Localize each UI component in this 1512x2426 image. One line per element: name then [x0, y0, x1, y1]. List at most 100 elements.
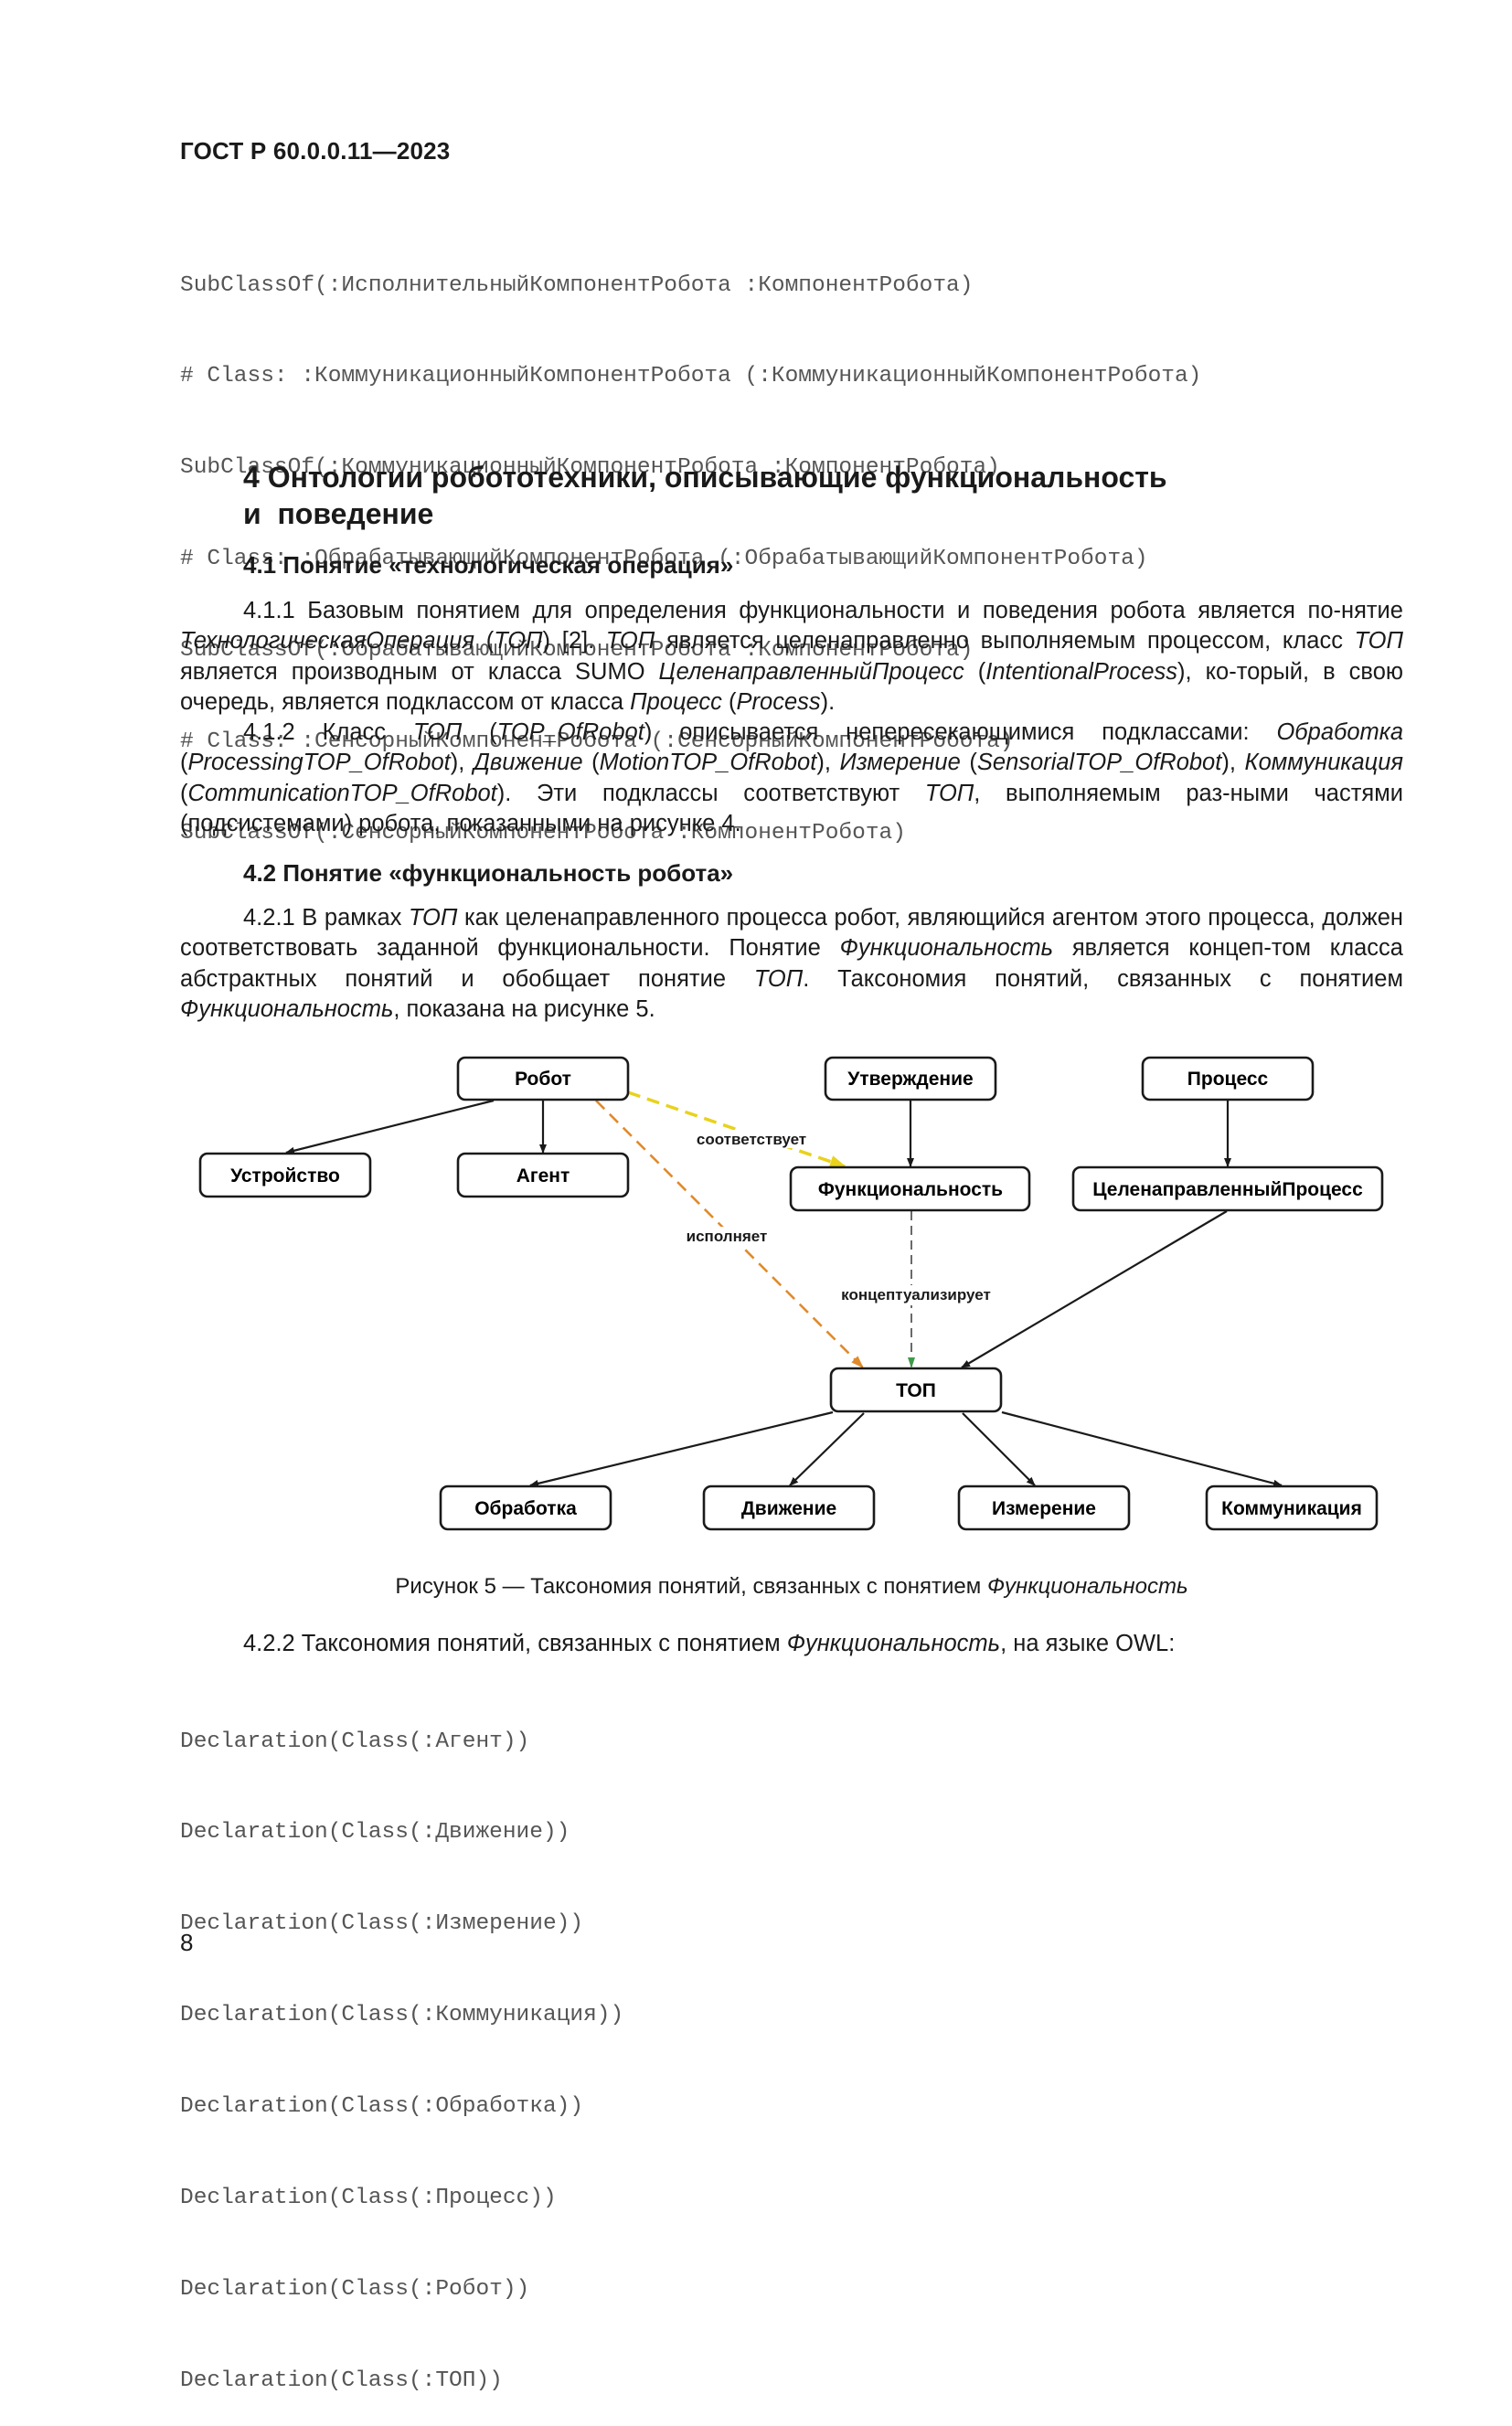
- italic-term: ТОП: [605, 628, 655, 654]
- italic-term: ТОП: [409, 905, 458, 931]
- section-4-heading-line1: 4 Онтологии робототехники, описывающие ф…: [243, 461, 1167, 494]
- text-run: (: [474, 628, 495, 654]
- node-label: Процесс: [1187, 1069, 1269, 1090]
- italic-term: ProcessingTOP_OfRobot: [187, 750, 451, 776]
- italic-term: Процесс: [630, 688, 722, 715]
- text-run: ). Эти подклассы соответствуют: [496, 780, 925, 806]
- owl-code-block-declarations: Declaration(Class(:Агент)) Declaration(C…: [180, 1665, 623, 2426]
- node-statement: Утверждение: [824, 1056, 997, 1101]
- text-run: ),: [450, 750, 474, 776]
- italic-term: ТОП: [924, 780, 974, 806]
- paragraph-4-2-2: 4.2.2 Таксономия понятий, связанных с по…: [180, 1629, 1403, 1659]
- node-label: Агент: [516, 1165, 570, 1186]
- code-line: Declaration(Class(:Измерение)): [180, 1911, 584, 1937]
- node-label: Функциональность: [818, 1179, 1003, 1200]
- italic-term: ТОП: [494, 628, 543, 654]
- section-4-heading: 4 Онтологии робототехники, описывающие ф…: [243, 459, 1340, 532]
- italic-term: SensorialTOP_OfRobot: [976, 750, 1222, 776]
- italic-term: Измерение: [839, 750, 961, 776]
- italic-term: Обработка: [1276, 719, 1404, 745]
- italic-term: TOP_OfRobot: [496, 719, 644, 745]
- text-run: . Таксономия понятий, связанных с поняти…: [803, 965, 1403, 992]
- caption-italic: Функциональность: [986, 1574, 1188, 1599]
- edge-robot-device: [285, 1099, 495, 1154]
- italic-term: ТОП: [412, 719, 463, 745]
- section-4-heading-line2: и поведение: [243, 497, 434, 530]
- code-line: Declaration(Class(:Обработка)): [180, 2094, 584, 2120]
- text-run: (: [960, 750, 977, 776]
- node-processing: Обработка: [439, 1484, 612, 1531]
- text-run: ) описывается непересекающимися подкласс…: [644, 719, 1277, 745]
- code-line: Declaration(Class(:Агент)): [180, 1729, 530, 1754]
- figure-5-caption: Рисунок 5 — Таксономия понятий, связанны…: [180, 1574, 1403, 1600]
- node-functionality: Функциональность: [789, 1165, 1031, 1212]
- paragraph-4-2-1: 4.2.1 В рамках ТОП как целенаправленного…: [180, 903, 1403, 1025]
- node-measurement: Измерение: [957, 1484, 1131, 1531]
- italic-term: ТОП: [753, 965, 804, 992]
- text-run: ) [2].: [542, 628, 606, 654]
- edge-label-conceptualizes: концептуализирует: [841, 1286, 991, 1303]
- node-label: Коммуникация: [1221, 1498, 1362, 1519]
- edge-top-measurement: [962, 1412, 1036, 1486]
- text-run: ),: [1221, 750, 1245, 776]
- edge-label-corresponds: соответствует: [697, 1131, 806, 1148]
- italic-term: Функциональность: [180, 995, 394, 1022]
- standard-header: ГОСТ Р 60.0.0.11—2023: [180, 137, 451, 165]
- italic-term: Функциональность: [786, 1631, 1001, 1656]
- code-line: Declaration(Class(:Движение)): [180, 1820, 570, 1846]
- node-communication: Коммуникация: [1205, 1484, 1379, 1531]
- italic-term: Process: [736, 688, 821, 715]
- text-run: (: [721, 688, 737, 715]
- text-run: (: [964, 658, 986, 685]
- text-run: , показана на рисунке 5.: [393, 995, 655, 1022]
- node-label: Обработка: [474, 1498, 577, 1519]
- caption-text: Рисунок 5 — Таксономия понятий, связанны…: [395, 1574, 987, 1599]
- edge-robot-top-executes: [595, 1100, 864, 1368]
- paragraph-4-1-2: 4.1.2 Класс ТОП (TOP_OfRobot) описываетс…: [180, 718, 1403, 839]
- code-line: Declaration(Class(:Процесс)): [180, 2186, 557, 2211]
- text-run: является производным от класса SUMO: [180, 658, 659, 685]
- text-run: (: [180, 780, 188, 806]
- text-run: 4.1.2 Класс: [243, 719, 413, 745]
- code-line: # Class: :КоммуникационныйКомпонентРобот…: [180, 364, 1202, 389]
- text-run: ),: [816, 750, 840, 776]
- section-4-2-heading: 4.2 Понятие «функциональность робота»: [243, 859, 734, 887]
- edge-top-communication: [1001, 1410, 1283, 1487]
- italic-term: Коммуникация: [1244, 750, 1404, 776]
- edge-top-motion: [789, 1412, 865, 1486]
- node-motion: Движение: [702, 1484, 876, 1531]
- node-label: Измерение: [992, 1498, 1096, 1519]
- text-run: (: [180, 750, 188, 776]
- italic-term: MotionTOP_OfRobot: [599, 750, 817, 776]
- node-label: ЦеленаправленныйПроцесс: [1092, 1179, 1363, 1200]
- paragraph-text: 4.1.1 Базовым понятием для определения ф…: [180, 596, 1403, 718]
- node-process: Процесс: [1141, 1056, 1315, 1101]
- text-run: (: [462, 719, 497, 745]
- edge-robot-functionality-corresponds: [627, 1091, 847, 1168]
- edge-intentional-top: [961, 1210, 1228, 1368]
- edge-label-executes: исполняет: [687, 1228, 768, 1245]
- node-label: ТОП: [896, 1380, 936, 1401]
- text-run: 4.2.1 В рамках: [243, 905, 410, 931]
- italic-term: Движение: [473, 750, 583, 776]
- italic-term: Функциональность: [839, 935, 1054, 962]
- code-line: SubClassOf(:ИсполнительныйКомпонентРобот…: [180, 272, 974, 298]
- text-run: (: [582, 750, 600, 776]
- node-label: Устройство: [230, 1165, 340, 1186]
- code-line: Declaration(Class(:Робот)): [180, 2276, 530, 2302]
- text-run: является целенаправленно выполняемым про…: [655, 628, 1355, 654]
- paragraph-text: 4.2.1 В рамках ТОП как целенаправленного…: [180, 903, 1403, 1025]
- node-device: Устройство: [198, 1152, 372, 1198]
- italic-term: ТехнологическаяОперация: [180, 628, 474, 654]
- text-run: , на языке OWL:: [1000, 1631, 1176, 1656]
- italic-term: CommunicationTOP_OfRobot: [187, 780, 497, 806]
- node-label: Движение: [741, 1498, 836, 1519]
- text-run: ).: [820, 688, 836, 715]
- section-4-1-heading: 4.1 Понятие «технологическая операция»: [243, 551, 734, 579]
- node-label: Утверждение: [847, 1069, 973, 1090]
- paragraph-text: 4.2.2 Таксономия понятий, связанных с по…: [180, 1629, 1403, 1659]
- italic-term: ТОП: [1354, 628, 1403, 654]
- node-top: ТОП: [829, 1367, 1003, 1413]
- node-robot: Робот: [456, 1056, 630, 1101]
- text-run: 4.1.1 Базовым понятием для определения ф…: [243, 598, 1403, 623]
